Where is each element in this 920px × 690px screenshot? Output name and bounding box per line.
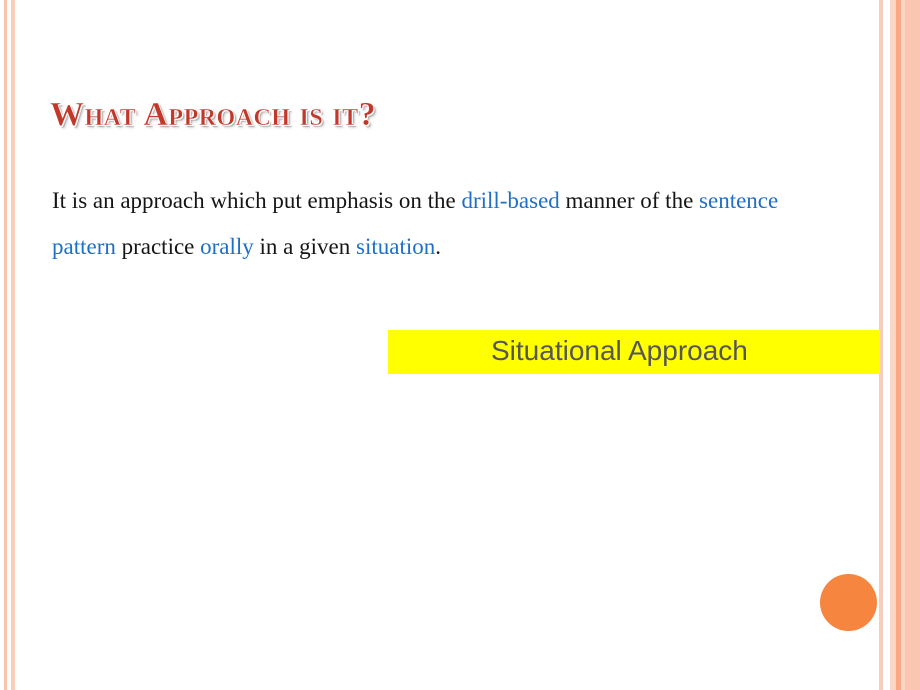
orange-circle-decoration <box>820 574 877 631</box>
body-highlight-orally: orally <box>200 234 254 259</box>
body-segment-3: practice <box>115 234 201 259</box>
slide-title: What Approach is it? <box>50 96 377 133</box>
left-border-stripe-inner <box>11 0 15 690</box>
answer-highlight-box: Situational Approach <box>388 330 880 374</box>
body-segment-2: manner of the <box>559 188 700 213</box>
body-highlight-situation: situation <box>356 234 436 259</box>
body-segment-1: It is an approach which put emphasis on … <box>52 188 462 213</box>
slide-body-text: It is an approach which put emphasis on … <box>52 178 842 270</box>
right-border-stripe-5 <box>905 0 920 690</box>
body-segment-5: . <box>435 234 441 259</box>
left-border-stripe-outer <box>4 0 7 690</box>
body-highlight-drill-based: drill-based <box>461 188 560 213</box>
body-segment-4: in a given <box>253 234 356 259</box>
slide: What Approach is it? It is an approach w… <box>0 0 920 690</box>
answer-label: Situational Approach <box>491 335 748 366</box>
